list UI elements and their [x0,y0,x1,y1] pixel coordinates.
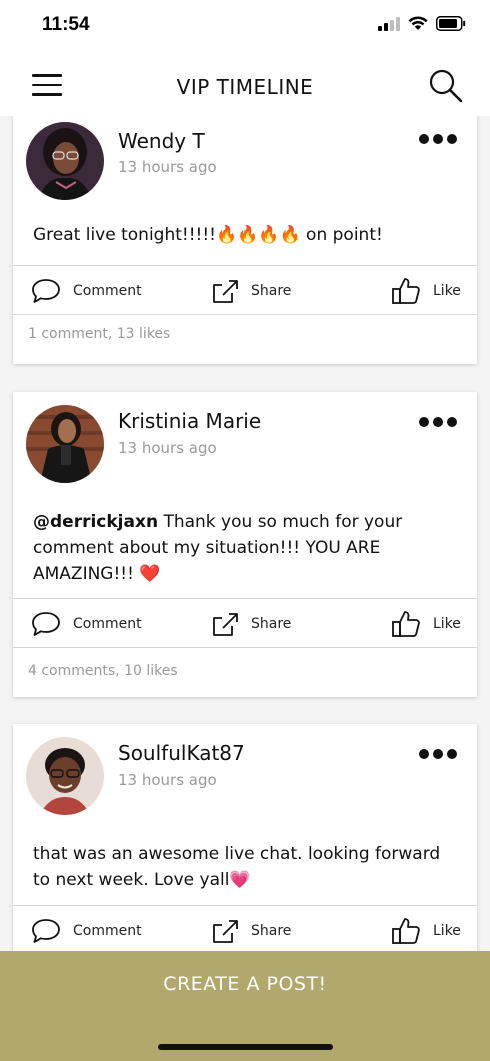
search-icon [429,69,463,103]
post-stats[interactable]: 1 comment, 13 likes [28,326,170,342]
search-button[interactable] [428,68,464,104]
comment-icon [32,612,60,636]
status-icons [378,16,466,35]
wifi-icon [408,16,428,35]
more-dots-icon [419,134,429,144]
like-button[interactable]: Like [391,906,461,951]
post-card: SoulfulKat87 13 hours ago that was an aw… [13,724,477,951]
comment-label: Comment [73,616,142,632]
home-indicator[interactable] [158,1044,333,1050]
author-name[interactable]: Kristinia Marie [118,409,261,433]
share-label: Share [251,283,292,299]
post-actions: Comment Share Like [13,598,477,648]
post-actions: Comment Share Like [13,265,477,315]
share-icon [213,920,238,943]
comment-icon [32,919,60,943]
like-button[interactable]: Like [391,266,461,316]
comment-label: Comment [73,283,142,299]
avatar[interactable] [26,737,104,815]
timeline-feed[interactable]: Wendy T 13 hours ago Great live tonight!… [0,116,490,951]
more-options-button[interactable] [419,747,457,761]
comment-button[interactable]: Comment [31,266,142,316]
cellular-signal-icon [378,16,400,35]
author-name[interactable]: SoulfulKat87 [118,741,245,765]
app-header: VIP TIMELINE [0,54,490,116]
comment-label: Comment [73,923,142,939]
more-options-button[interactable] [419,415,457,429]
like-button[interactable]: Like [391,599,461,649]
post-actions: Comment Share Like [13,905,477,951]
comment-button[interactable]: Comment [31,599,142,649]
post-stats[interactable]: 4 comments, 10 likes [28,663,178,679]
share-icon [213,613,238,636]
user-mention-link[interactable]: @derrickjaxn [33,512,158,532]
avatar[interactable] [26,122,104,200]
post-card: Wendy T 13 hours ago Great live tonight!… [13,116,477,364]
share-button[interactable]: Share [211,599,291,649]
post-timestamp: 13 hours ago [118,158,217,176]
more-dots-icon [419,749,429,759]
like-label: Like [433,616,461,632]
comment-button[interactable]: Comment [31,906,142,951]
share-label: Share [251,616,292,632]
like-label: Like [433,923,461,939]
status-bar: 11:54 [0,0,490,54]
comment-icon [32,279,60,303]
post-timestamp: 13 hours ago [118,439,217,457]
battery-icon [436,16,466,35]
share-label: Share [251,923,292,939]
more-dots-icon [419,417,429,427]
like-label: Like [433,283,461,299]
more-options-button[interactable] [419,132,457,146]
author-name[interactable]: Wendy T [118,129,205,153]
post-text: Great live tonight!!!!!🔥🔥🔥🔥 on point! [33,225,383,245]
thumbs-up-icon [392,918,420,944]
status-time: 11:54 [42,14,90,35]
post-text: that was an awesome live chat. looking f… [33,844,441,890]
share-icon [213,280,238,303]
page-title: VIP TIMELINE [176,75,314,99]
thumbs-up-icon [392,278,420,304]
avatar[interactable] [26,405,104,483]
post-timestamp: 13 hours ago [118,771,217,789]
share-button[interactable]: Share [211,906,291,951]
post-card: Kristinia Marie 13 hours ago @derrickjax… [13,392,477,697]
share-button[interactable]: Share [211,266,291,316]
post-text: @derrickjaxn Thank you so much for your … [33,509,457,587]
create-post-button[interactable]: CREATE A POST! [0,951,490,1061]
create-post-label: CREATE A POST! [163,973,327,995]
thumbs-up-icon [392,611,420,637]
